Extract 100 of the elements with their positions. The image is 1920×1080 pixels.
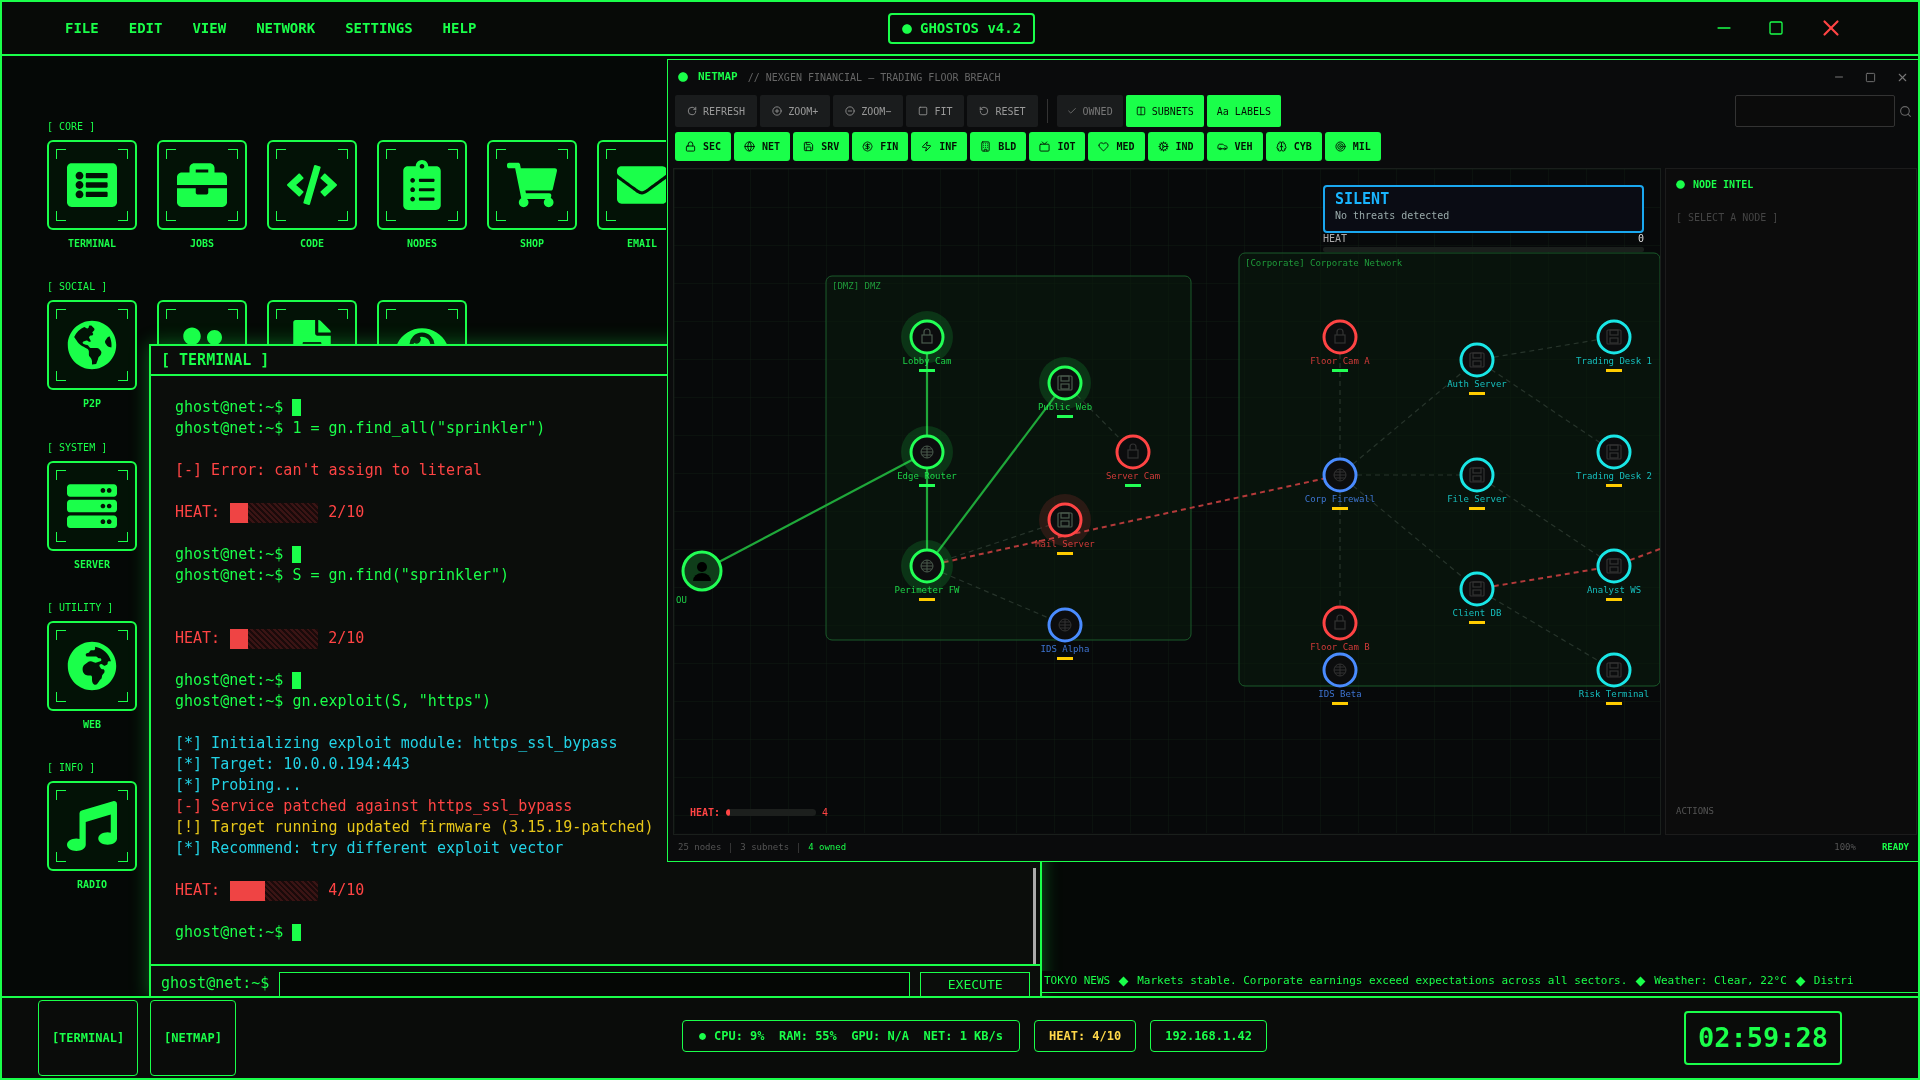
node-label: Risk Terminal bbox=[1578, 689, 1650, 699]
app-launcher[interactable] bbox=[47, 781, 137, 871]
menu-item[interactable]: SETTINGS bbox=[342, 17, 416, 39]
terminal-line: ghost@net:~$ S = gn.find("sprinkler") bbox=[175, 565, 510, 587]
stats-text: CPU: 9% RAM: 55% GPU: N/A NET: 1 KB/s bbox=[714, 1028, 1003, 1045]
app-launcher[interactable] bbox=[47, 140, 137, 230]
network-node[interactable] bbox=[1322, 652, 1358, 688]
app-label: NODES bbox=[406, 237, 438, 251]
toolbar-button[interactable]: ZOOM− bbox=[833, 95, 904, 127]
app-launcher[interactable] bbox=[377, 300, 467, 344]
globe-icon bbox=[920, 559, 934, 573]
app-launcher[interactable] bbox=[47, 300, 137, 390]
network-node[interactable] bbox=[1459, 571, 1495, 607]
filter-chip[interactable]: BLD bbox=[970, 131, 1027, 161]
app-launcher[interactable] bbox=[47, 461, 137, 551]
toolbar-button[interactable]: FIT bbox=[906, 95, 965, 127]
network-node[interactable] bbox=[1322, 605, 1358, 641]
filter-chip[interactable]: CYB bbox=[1265, 131, 1322, 161]
filter-chip[interactable]: NET bbox=[734, 131, 791, 161]
status-text: READY bbox=[1881, 841, 1909, 855]
zoomin-icon bbox=[772, 106, 783, 116]
app-launcher[interactable] bbox=[157, 140, 247, 230]
lock-icon bbox=[921, 328, 933, 344]
toolbar-button[interactable]: ZOOM+ bbox=[760, 95, 831, 127]
network-node[interactable] bbox=[1596, 548, 1632, 584]
menu-item[interactable]: HELP bbox=[439, 17, 480, 39]
taskbar-button[interactable]: [NETMAP] bbox=[150, 1000, 236, 1076]
network-node[interactable] bbox=[1039, 357, 1091, 409]
brain-icon bbox=[1275, 140, 1287, 152]
web-icon bbox=[67, 641, 117, 691]
app-launcher[interactable] bbox=[597, 140, 666, 230]
app-launcher[interactable] bbox=[267, 300, 357, 344]
search-icon[interactable] bbox=[1899, 104, 1912, 118]
toggle-button[interactable]: SUBNETS bbox=[1125, 95, 1204, 127]
app-launcher[interactable] bbox=[377, 140, 467, 230]
toolbar-button[interactable]: RESET bbox=[967, 95, 1038, 127]
app-label: P2P bbox=[82, 397, 102, 411]
menu-item[interactable]: VIEW bbox=[189, 17, 230, 39]
zap-icon bbox=[921, 140, 933, 152]
network-node[interactable] bbox=[1322, 319, 1358, 355]
app-launcher[interactable] bbox=[267, 140, 357, 230]
actions-label: ACTIONS bbox=[1676, 804, 1715, 818]
filter-chip[interactable]: MED bbox=[1088, 131, 1145, 161]
filter-chip[interactable]: SRV bbox=[793, 131, 850, 161]
network-node[interactable] bbox=[1322, 457, 1358, 493]
node-label: Auth Server bbox=[1447, 379, 1507, 389]
filter-chip[interactable]: IND bbox=[1147, 131, 1204, 161]
network-node[interactable] bbox=[1459, 457, 1495, 493]
target-icon bbox=[1334, 140, 1346, 152]
owned-count: 4 owned bbox=[808, 841, 847, 855]
menu-item[interactable]: FILE bbox=[62, 17, 102, 39]
app-launcher[interactable] bbox=[157, 300, 247, 344]
app-launcher[interactable] bbox=[487, 140, 577, 230]
network-node[interactable] bbox=[1596, 652, 1632, 688]
filter-chip[interactable]: SEC bbox=[675, 131, 732, 161]
globe-icon bbox=[920, 445, 934, 459]
network-node[interactable] bbox=[1596, 319, 1632, 355]
network-node[interactable] bbox=[1115, 434, 1151, 470]
command-input[interactable] bbox=[279, 972, 911, 996]
toolbar-button[interactable]: REFRESH bbox=[675, 95, 758, 127]
jobs-icon bbox=[177, 160, 227, 210]
network-node[interactable] bbox=[1459, 342, 1495, 378]
lock-icon bbox=[1127, 443, 1139, 459]
heat-label: HEAT bbox=[1323, 232, 1348, 246]
lock-icon bbox=[1334, 614, 1346, 630]
node-label: Trading Desk 1 bbox=[1576, 356, 1652, 366]
check-icon bbox=[1066, 106, 1077, 116]
menu-item[interactable]: EDIT bbox=[125, 17, 166, 39]
heat-label: HEAT: bbox=[175, 880, 221, 902]
refresh-icon bbox=[687, 106, 697, 116]
app-label: SHOP bbox=[519, 237, 545, 251]
section-label: [ UTILITY ] bbox=[47, 601, 115, 615]
filter-chip[interactable]: MIL bbox=[1324, 131, 1381, 161]
terminal-line: [-] Service patched against https_ssl_bypass bbox=[175, 797, 573, 815]
toggle-button[interactable]: OWNED bbox=[1056, 95, 1123, 127]
network-node[interactable] bbox=[1047, 607, 1083, 643]
toggle-button[interactable]: Aa LABELS bbox=[1206, 95, 1281, 127]
filter-chip[interactable]: INF bbox=[911, 131, 968, 161]
network-node[interactable] bbox=[1596, 434, 1632, 470]
terminal-line: ghost@net:~$ bbox=[175, 544, 285, 566]
terminal-line: [*] Probing... bbox=[175, 776, 302, 794]
app-launcher[interactable] bbox=[47, 621, 137, 711]
filter-chip[interactable]: FIN bbox=[852, 131, 909, 161]
filter-chip[interactable]: VEH bbox=[1206, 131, 1263, 161]
node-label: Perimeter FW bbox=[894, 585, 960, 595]
menu-item[interactable]: NETWORK bbox=[253, 17, 319, 39]
app-label: TERMINAL bbox=[67, 237, 117, 251]
taskbar-button[interactable]: [TERMINAL] bbox=[38, 1000, 138, 1076]
search-field[interactable] bbox=[1735, 95, 1895, 127]
zoomout-icon bbox=[845, 106, 856, 116]
subnet-count: 3 subnets bbox=[740, 841, 790, 855]
node-label: File Server bbox=[1447, 494, 1507, 504]
node-label: Client DB bbox=[1452, 608, 1502, 618]
globe-icon bbox=[744, 140, 756, 152]
building-icon bbox=[980, 140, 992, 152]
globe-icon bbox=[1333, 468, 1347, 482]
p2p-icon bbox=[67, 320, 117, 370]
terminal-line: [!] Target running updated firmware (3.15.19-patched) bbox=[175, 818, 654, 836]
filter-chip[interactable]: IOT bbox=[1029, 131, 1086, 161]
globe-icon bbox=[1058, 618, 1072, 632]
